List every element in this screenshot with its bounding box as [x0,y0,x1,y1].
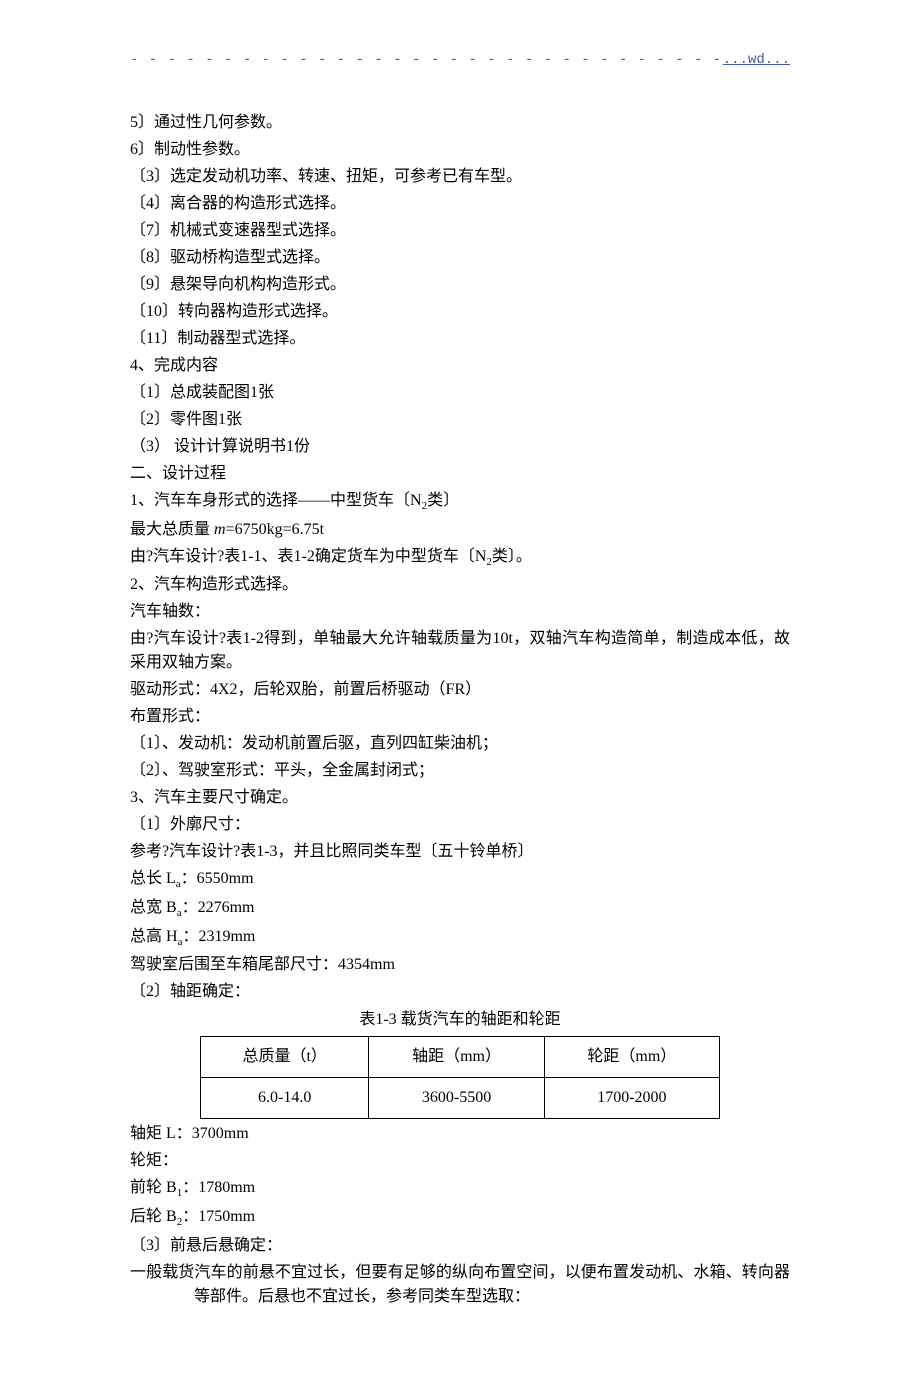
text: 总长 L [130,870,176,887]
text: ：6550mm [181,870,254,887]
text-line: 最大总质量 m=6750kg=6.75t [130,518,790,542]
table-row: 6.0-14.0 3600-5500 1700-2000 [201,1078,720,1119]
text-line: 汽车轴数： [130,600,790,624]
text-line: 〔2〕、驾驶室形式：平头，全金属封闭式； [130,759,790,783]
table-header: 轴距（mm） [369,1037,544,1078]
step-item: 〔3〕选定发动机功率、转速、扭矩，可参考已有车型。 [130,165,790,189]
text: ：1780mm [182,1179,255,1196]
wheelbase-table: 总质量（t） 轴距（mm） 轮距（mm） 6.0-14.0 3600-5500 … [200,1036,720,1119]
subsection: 3、汽车主要尺寸确定。 [130,786,790,810]
step-item: 〔11〕制动器型式选择。 [130,327,790,351]
text-line: 〔1〕、发动机：发动机前置后驱，直列四缸柴油机； [130,732,790,756]
deliverable-item: （3） 设计计算说明书1份 [130,435,790,459]
table-cell: 3600-5500 [369,1078,544,1119]
text-line: 〔3〕前悬后悬确定： [130,1234,790,1258]
subsection: 2、汽车构造形式选择。 [130,573,790,597]
section-heading: 4、完成内容 [130,354,790,378]
param-item: 5〕通过性几何参数。 [130,111,790,135]
text: 后轮 B [130,1208,177,1225]
text-line: 驱动形式：4X2，后轮双胎，前置后桥驱动（FR） [130,678,790,702]
table-header: 轮距（mm） [544,1037,719,1078]
header-watermark: ...wd... [723,50,790,71]
table-row: 总质量（t） 轴距（mm） 轮距（mm） [201,1037,720,1078]
text-line: 参考?汽车设计?表1-3，并且比照同类车型〔五十铃单桥〕 [130,840,790,864]
dimension-line: 总长 La：6550mm [130,867,790,893]
text: ：2276mm [182,899,255,916]
table-cell: 6.0-14.0 [201,1078,369,1119]
text: 由?汽车设计?表1-1、表1-2确定货车为中型货车〔N [130,548,486,565]
text: ：2319mm [182,928,255,945]
text: 最大总质量 [130,521,214,538]
text-line: 轮矩： [130,1149,790,1173]
step-item: 〔7〕机械式变速器型式选择。 [130,219,790,243]
variable: m [214,521,226,538]
subsection: 1、汽车车身形式的选择——中型货车〔N2类〕 [130,489,790,515]
table-caption: 表1-3 载货汽车的轴距和轮距 [130,1008,790,1032]
dimension-line: 前轮 B1：1780mm [130,1176,790,1202]
text: 总宽 B [130,899,177,916]
text: ：1750mm [182,1208,255,1225]
text-line: 〔2〕轴距确定： [130,980,790,1004]
text: =6750kg=6.75t [226,521,325,538]
text: 前轮 B [130,1179,177,1196]
paragraph: 由?汽车设计?表1-2得到，单轴最大允许轴载质量为10t，双轴汽车构造简单，制造… [130,627,790,675]
table-cell: 1700-2000 [544,1078,719,1119]
section-heading: 二、设计过程 [130,462,790,486]
dimension-line: 后轮 B2：1750mm [130,1205,790,1231]
text: 总高 H [130,928,178,945]
text-line: 驾驶室后围至车箱尾部尺寸：4354mm [130,953,790,977]
deliverable-item: 〔2〕零件图1张 [130,408,790,432]
dimension-line: 总宽 Ba：2276mm [130,896,790,922]
text-line: 布置形式： [130,705,790,729]
table-header: 总质量（t） [201,1037,369,1078]
text-line: 由?汽车设计?表1-1、表1-2确定货车为中型货车〔N2类〕。 [130,545,790,571]
header-dashes: - - - - - - - - - - - - - - - - - - - - … [130,50,723,71]
document-page: ...wd... - - - - - - - - - - - - - - - -… [0,0,920,1392]
text-line: 轴矩 L：3700mm [130,1122,790,1146]
param-item: 6〕制动性参数。 [130,138,790,162]
step-item: 〔4〕离合器的构造形式选择。 [130,192,790,216]
text-line: 〔1〕外廓尺寸： [130,813,790,837]
step-item: 〔10〕转向器构造形式选择。 [130,300,790,324]
step-item: 〔9〕悬架导向机构构造形式。 [130,273,790,297]
step-item: 〔8〕驱动桥构造型式选择。 [130,246,790,270]
text: 1、汽车车身形式的选择——中型货车〔N [130,492,422,509]
text: 类〕。 [492,548,532,565]
text: 类〕 [427,492,459,509]
deliverable-item: 〔1〕总成装配图1张 [130,381,790,405]
document-body: 5〕通过性几何参数。 6〕制动性参数。 〔3〕选定发动机功率、转速、扭矩，可参考… [130,111,790,1309]
page-header: ...wd... - - - - - - - - - - - - - - - -… [130,50,790,71]
dimension-line: 总高 Ha：2319mm [130,925,790,951]
